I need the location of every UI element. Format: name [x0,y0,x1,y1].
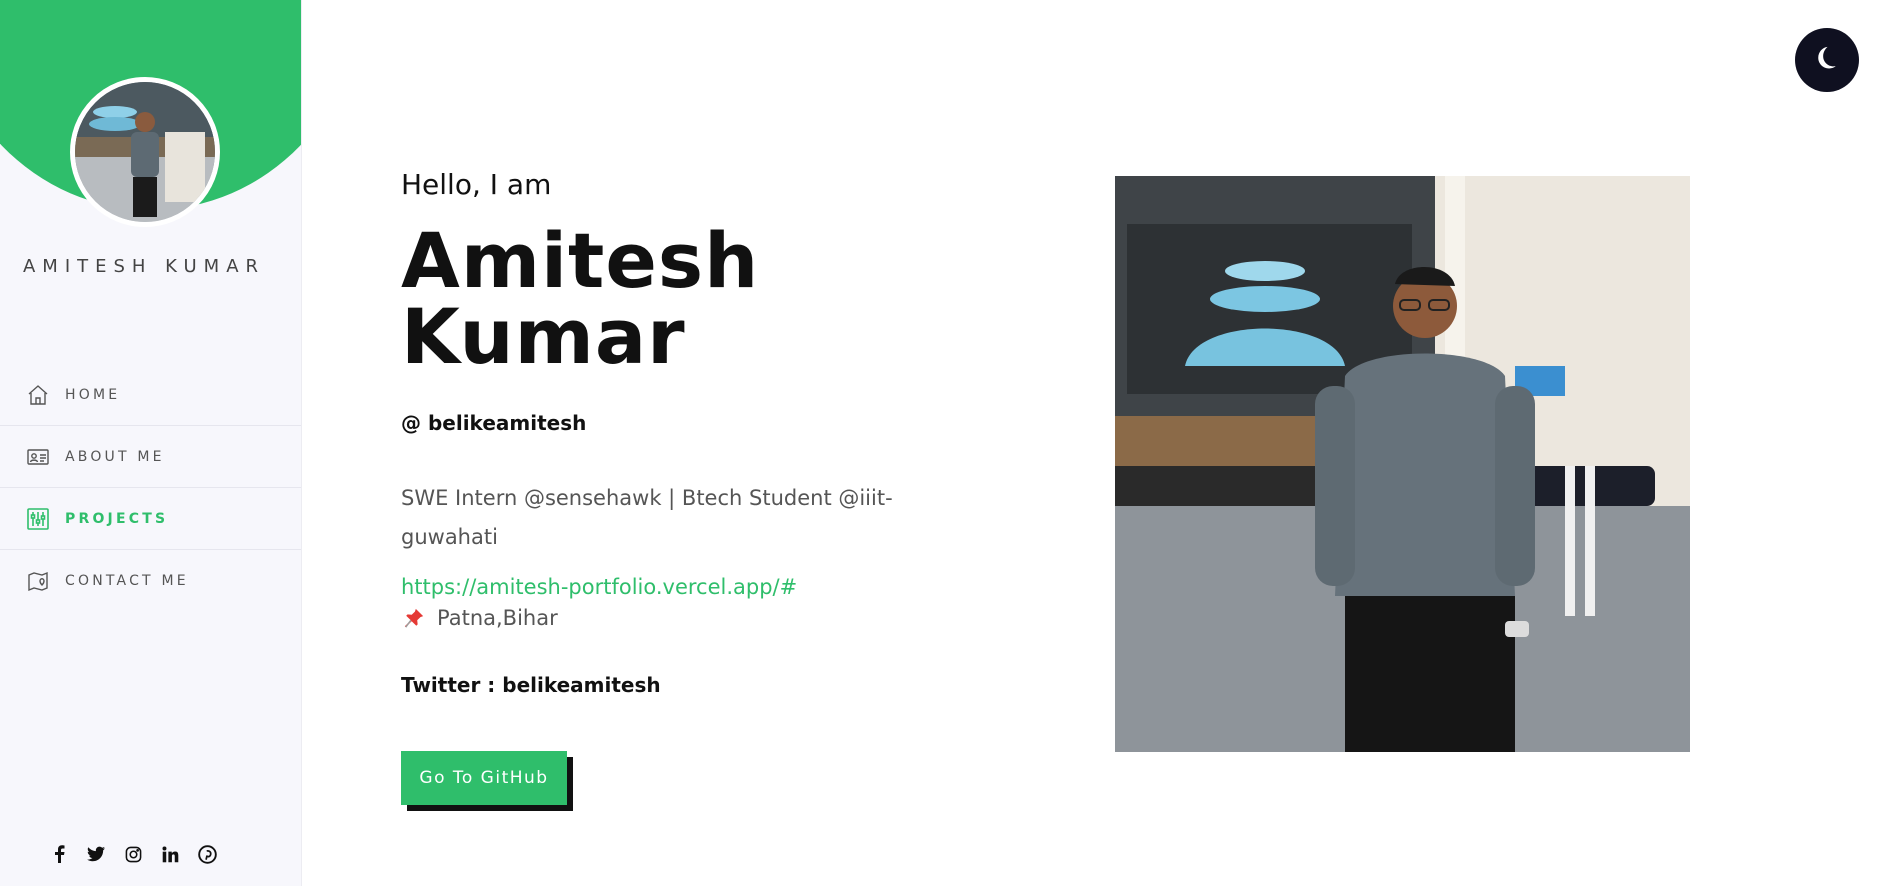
portfolio-link[interactable]: https://amitesh-portfolio.vercel.app/# [401,575,1021,599]
map-pin-icon [25,568,51,594]
bio: SWE Intern @sensehawk | Btech Student @i… [401,486,893,549]
sidebar-nav: HOME ABOUT ME PROJECTS CONTACT ME [0,364,301,612]
location-text: Patna,Bihar [437,606,558,630]
id-card-icon [25,444,51,470]
sidebar-item-label: PROJECTS [65,510,169,527]
sidebar-item-label: HOME [65,386,121,403]
pushpin-icon [401,605,427,631]
hero-section: Hello, I am Amitesh Kumar @ belikeamites… [401,168,1021,805]
theme-toggle-button[interactable] [1795,28,1859,92]
moon-icon [1813,44,1841,76]
location: Patna,Bihar [401,605,1021,631]
sidebar-item-label: CONTACT ME [65,573,189,589]
greeting: Hello, I am [401,168,552,201]
sidebar-name: AMITESH KUMAR [22,256,266,277]
handle: @ belikeamitesh [401,411,587,435]
facebook-icon[interactable] [49,844,69,864]
sidebar-item-about-me[interactable]: ABOUT ME [0,426,301,488]
twitter-icon[interactable] [86,844,106,864]
profile-photo [1115,176,1690,752]
sliders-icon [25,506,51,532]
sidebar-header-fill [0,0,301,80]
social-links [0,844,301,864]
twitter-handle: Twitter : belikeamitesh [401,673,661,697]
pinterest-icon[interactable] [197,844,217,864]
instagram-icon[interactable] [123,844,143,864]
hero-name: Amitesh Kumar [401,216,760,381]
sidebar-item-contact-me[interactable]: CONTACT ME [0,550,301,612]
sidebar-item-projects[interactable]: PROJECTS [0,488,301,550]
go-to-github-button[interactable]: Go To GitHub [401,751,567,805]
home-icon [25,382,51,408]
avatar [70,77,220,227]
sidebar: AMITESH KUMAR HOME ABOUT ME PROJECTS CON… [0,0,302,886]
sidebar-item-label: ABOUT ME [65,448,165,465]
linkedin-icon[interactable] [160,844,180,864]
sidebar-item-home[interactable]: HOME [0,364,301,426]
